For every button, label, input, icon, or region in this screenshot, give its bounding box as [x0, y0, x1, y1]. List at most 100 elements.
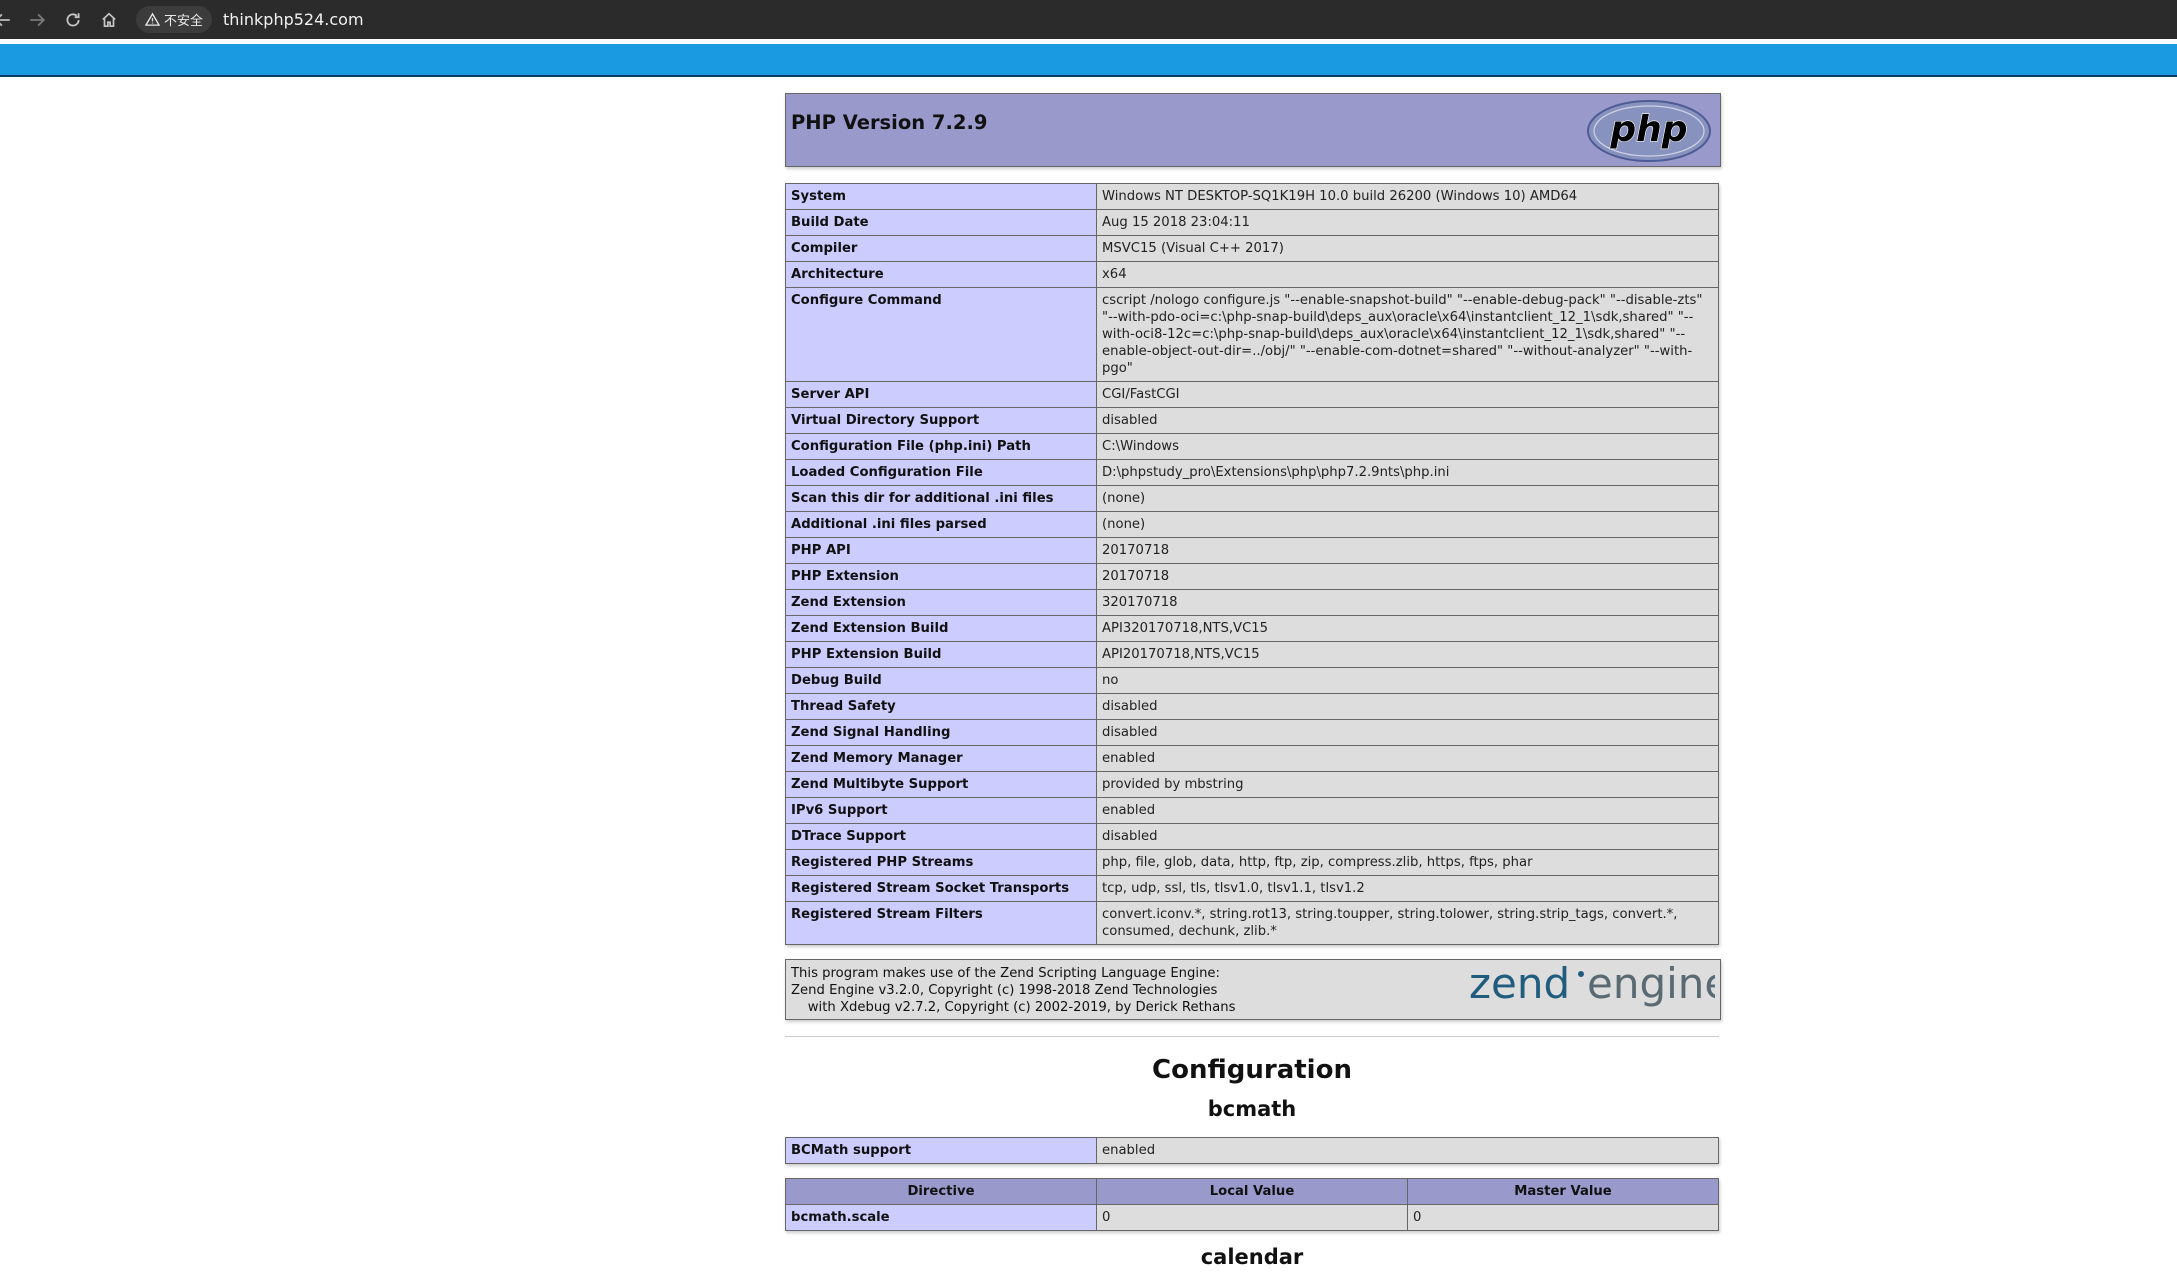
- directive-name: bcmath.scale: [785, 1204, 1097, 1231]
- info-key: Thread Safety: [785, 693, 1097, 720]
- info-value: disabled: [1096, 407, 1719, 434]
- info-value: API20170718,NTS,VC15: [1096, 641, 1719, 668]
- table-row: System Windows NT DESKTOP-SQ1K19H 10.0 bu…: [785, 183, 1719, 210]
- security-indicator[interactable]: 不安全: [136, 6, 213, 33]
- info-key: DTrace Support: [785, 823, 1097, 850]
- reload-icon: [66, 12, 80, 26]
- browser-toolbar: 不安全 thinkphp524.com: [0, 0, 2177, 39]
- table-row: BCMath support enabled: [785, 1137, 1719, 1164]
- table-row: Loaded Configuration File D:\phpstudy_pro…: [785, 459, 1719, 486]
- url-text[interactable]: thinkphp524.com: [223, 10, 364, 29]
- svg-text:engine: engine: [1587, 960, 1715, 1008]
- info-key: Zend Extension Build: [785, 615, 1097, 642]
- info-key: Zend Signal Handling: [785, 719, 1097, 746]
- home-button[interactable]: [92, 0, 126, 39]
- info-value: disabled: [1096, 719, 1719, 746]
- module-heading-bcmath[interactable]: bcmath: [785, 1097, 1719, 1121]
- info-key: Registered PHP Streams: [785, 849, 1097, 876]
- zend-credit-line: with Xdebug v2.7.2, Copyright (c) 2002-2…: [791, 1000, 1236, 1015]
- table-row: PHP API 20170718: [785, 537, 1719, 564]
- svg-text:php: php: [1609, 109, 1687, 150]
- table-row: Registered Stream Socket Transports tcp, …: [785, 875, 1719, 902]
- info-key: Build Date: [785, 209, 1097, 236]
- table-row: Architecture x64: [785, 261, 1719, 288]
- forward-button[interactable]: [20, 0, 54, 39]
- page-title: PHP Version 7.2.9: [791, 111, 988, 134]
- table-row: Zend Extension Build API320170718,NTS,VC1…: [785, 615, 1719, 642]
- table-row: Registered PHP Streams php, file, glob, d…: [785, 849, 1719, 876]
- support-key: BCMath support: [785, 1137, 1097, 1164]
- info-value: 20170718: [1096, 537, 1719, 564]
- zend-engine-logo-link[interactable]: zend engine: [1465, 959, 1730, 1017]
- section-divider: [785, 1036, 1719, 1037]
- info-key: Zend Multibyte Support: [785, 771, 1097, 798]
- table-row: PHP Extension 20170718: [785, 563, 1719, 590]
- module-anchor-link[interactable]: bcmath: [1208, 1097, 1297, 1121]
- info-key: Compiler: [785, 235, 1097, 262]
- column-header-local: Local Value: [1096, 1178, 1408, 1205]
- info-value: disabled: [1096, 823, 1719, 850]
- bcmath-support-table: BCMath support enabled: [785, 1137, 1719, 1164]
- table-row: Thread Safety disabled: [785, 693, 1719, 720]
- directive-master-value: 0: [1407, 1204, 1719, 1231]
- table-row: Registered Stream Filters convert.iconv.*…: [785, 901, 1719, 945]
- table-row: DTrace Support disabled: [785, 823, 1719, 850]
- zend-credit-line: Zend Engine v3.2.0, Copyright (c) 1998-2…: [791, 983, 1218, 998]
- security-label: 不安全: [164, 14, 204, 29]
- table-row: Configure Command cscript /nologo configu…: [785, 287, 1719, 382]
- table-row: Virtual Directory Support disabled: [785, 407, 1719, 434]
- info-key: System: [785, 183, 1097, 210]
- info-key: Virtual Directory Support: [785, 407, 1097, 434]
- module-anchor-link[interactable]: calendar: [1201, 1245, 1304, 1269]
- info-key: Configuration File (php.ini) Path: [785, 433, 1097, 460]
- home-icon: [102, 12, 116, 27]
- info-value: tcp, udp, ssl, tls, tlsv1.0, tlsv1.1, tl…: [1096, 875, 1719, 902]
- info-value: 320170718: [1096, 589, 1719, 616]
- info-key: Zend Memory Manager: [785, 745, 1097, 772]
- zend-credit-line: This program makes use of the Zend Scrip…: [791, 966, 1220, 981]
- info-value: API320170718,NTS,VC15: [1096, 615, 1719, 642]
- table-row: Zend Multibyte Support provided by mbstri…: [785, 771, 1719, 798]
- table-row: Zend Extension 320170718: [785, 589, 1719, 616]
- info-value: php, file, glob, data, http, ftp, zip, c…: [1096, 849, 1719, 876]
- info-key: Configure Command: [785, 287, 1097, 382]
- phpinfo-content: PHP Version 7.2.9 php System Windows NT D…: [785, 93, 1730, 1285]
- zend-engine-info: This program makes use of the Zend Scrip…: [785, 959, 1730, 1020]
- back-button[interactable]: [0, 0, 20, 39]
- info-key: Architecture: [785, 261, 1097, 288]
- svg-text:zend: zend: [1469, 960, 1570, 1008]
- table-row: Configuration File (php.ini) Path C:\Wind…: [785, 433, 1719, 460]
- table-row: Debug Build no: [785, 667, 1719, 694]
- php-logo-link[interactable]: php: [1586, 99, 1712, 166]
- info-value: cscript /nologo configure.js "--enable-s…: [1096, 287, 1719, 382]
- address-bar[interactable]: 不安全 thinkphp524.com: [136, 4, 2166, 35]
- php-logo-icon: php: [1587, 100, 1711, 162]
- configuration-heading: Configuration: [1152, 1055, 1352, 1085]
- table-row: Scan this dir for additional .ini files(…: [785, 485, 1719, 512]
- info-key: Scan this dir for additional .ini files: [785, 485, 1097, 512]
- table-row: PHP Extension Build API20170718,NTS,VC15: [785, 641, 1719, 668]
- zend-credits: This program makes use of the Zend Scrip…: [791, 965, 1235, 1016]
- info-value: (none): [1096, 485, 1719, 512]
- table-row: Zend Memory Manager enabled: [785, 745, 1719, 772]
- info-value: convert.iconv.*, string.rot13, string.to…: [1096, 901, 1719, 945]
- column-header-master: Master Value: [1407, 1178, 1719, 1205]
- info-key: PHP API: [785, 537, 1097, 564]
- info-value: CGI/FastCGI: [1096, 381, 1719, 408]
- warning-triangle-icon: [145, 12, 160, 26]
- info-key: PHP Extension: [785, 563, 1097, 590]
- info-value: D:\phpstudy_pro\Extensions\php\php7.2.9n…: [1096, 459, 1719, 486]
- info-value: MSVC15 (Visual C++ 2017): [1096, 235, 1719, 262]
- info-value: disabled: [1096, 693, 1719, 720]
- table-row: bcmath.scale 0 0: [785, 1204, 1719, 1231]
- php-version-header: PHP Version 7.2.9 php: [785, 93, 1721, 167]
- info-key: Loaded Configuration File: [785, 459, 1097, 486]
- zend-engine-logo-icon: zend engine: [1469, 959, 1730, 1008]
- module-heading-calendar[interactable]: calendar: [785, 1245, 1719, 1269]
- table-row: Compiler MSVC15 (Visual C++ 2017): [785, 235, 1719, 262]
- info-value: enabled: [1096, 797, 1719, 824]
- reload-button[interactable]: [56, 0, 90, 39]
- info-key: Server API: [785, 381, 1097, 408]
- info-value: no: [1096, 667, 1719, 694]
- table-row: Additional .ini files parsed (none): [785, 511, 1719, 538]
